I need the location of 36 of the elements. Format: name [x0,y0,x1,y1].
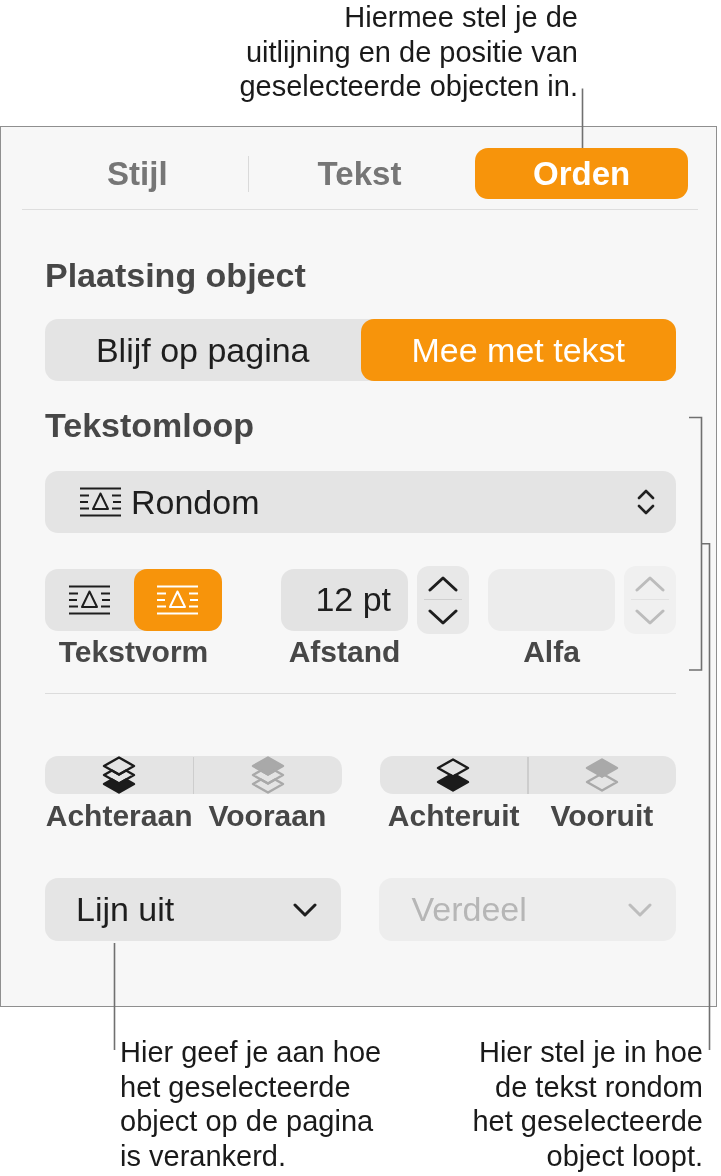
section-heading: Plaatsing object [45,255,306,295]
chevron-down-icon [292,902,317,917]
field-label: Tekstvorm [58,634,209,670]
leader-line [581,87,584,149]
layer-label: Vooruit [550,798,654,834]
tab[interactable]: Stijl [30,148,244,199]
chevron-up-icon [428,575,458,592]
chevron-down-icon [635,608,665,625]
callout-text: Hier geef je aan hoe het geselecteerde object op de pagina is verankerd. [120,1035,382,1173]
layers-icon [101,756,136,794]
layers-icon [436,758,471,792]
text-wrap-icon [157,584,199,615]
layers-icon [585,758,620,792]
callout-text: Hier stel je in hoe de tekst rondom het geselecteerde object loopt. [472,1035,703,1173]
tab[interactable]: Tekst [253,148,466,199]
wrap-style-dropdown[interactable]: Rondom [45,471,676,533]
callout-text: Hiermee stel je de uitlijning en de positie van geselecteerde objecten in. [239,0,578,104]
text-wrap-icon [68,584,110,615]
segment-button[interactable]: Mee met tekst [360,319,676,381]
field-label: Afstand [288,634,401,670]
spacing-field[interactable]: 12 pt [281,568,408,631]
field-label: Alfa [523,634,580,670]
spacing-stepper[interactable] [417,565,469,634]
tab[interactable]: Orden [475,148,689,199]
section-heading: Tekstomloop [45,405,255,445]
chevron-down-icon [628,902,652,917]
segment-button[interactable]: Blijf op pagina [45,319,361,381]
layer-label: Achteruit [387,798,520,834]
layer-label: Vooraan [208,798,327,834]
layer-label: Achteraan [45,798,193,834]
text-wrap-icon [80,487,121,517]
up-down-chevron-icon [637,488,655,516]
dropdown[interactable]: Lijn uit [45,878,341,941]
chevron-down-icon [428,608,458,625]
chevron-up-icon [635,575,665,592]
layers-icon [250,756,285,794]
